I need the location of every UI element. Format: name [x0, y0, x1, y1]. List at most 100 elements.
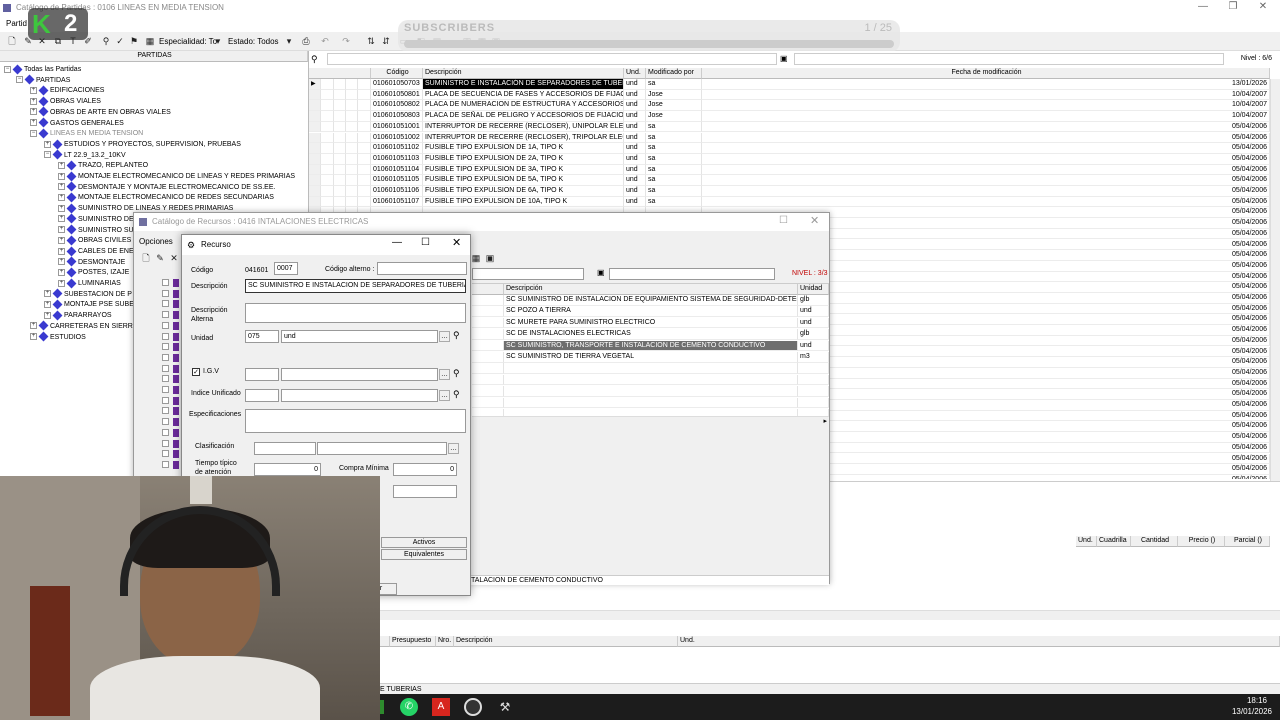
col-detail-und[interactable]: Und.: [1076, 536, 1097, 547]
recursos-row[interactable]: SC POZO A TIERRA und: [472, 306, 829, 318]
igv-checkbox[interactable]: ✓: [192, 368, 200, 376]
table-row[interactable]: 010601051102 FUSIBLE TIPO EXPULSION DE 1A…: [309, 143, 1270, 154]
tree-expand-icon[interactable]: +: [58, 258, 65, 266]
igv-input[interactable]: [281, 368, 438, 381]
tree-item[interactable]: + SUMINISTRO SU: [58, 224, 134, 236]
clasificacion-code-input[interactable]: [254, 442, 316, 455]
app-tool-icon[interactable]: ⚒: [496, 698, 514, 716]
tree-expand-icon[interactable]: −: [44, 151, 51, 159]
recurso-close-icon[interactable]: ✕: [452, 236, 461, 249]
taskbar-date[interactable]: 13/01/2026: [1232, 707, 1272, 716]
indice-more-button[interactable]: …: [439, 390, 450, 401]
recursos-row[interactable]: SC SUMINISTRO DE INSTALACION DE EQUIPAMI…: [472, 295, 829, 306]
tree-expand-icon[interactable]: −: [30, 129, 37, 137]
col-precio[interactable]: Precio (): [1178, 536, 1225, 547]
close-icon[interactable]: ✕: [1248, 0, 1278, 16]
recursos-tree-node-icon[interactable]: [162, 289, 169, 297]
recursos-tree-node-icon[interactable]: [162, 396, 169, 404]
igv-search-icon[interactable]: ⚲: [453, 368, 460, 379]
table-row[interactable]: 010601051105 FUSIBLE TIPO EXPULSION DE 5A…: [309, 175, 1270, 186]
recursos-tree-node-icon[interactable]: [162, 375, 169, 383]
recursos-filter-input-2[interactable]: [609, 268, 775, 280]
recursos-open-icon[interactable]: ✎: [154, 252, 166, 264]
sort-desc-icon[interactable]: ⇵: [380, 35, 392, 47]
codigo-input[interactable]: 0007: [274, 262, 298, 275]
tree-item[interactable]: + ESTUDIOS: [30, 331, 86, 343]
tree-expand-icon[interactable]: +: [58, 183, 65, 191]
recursos-tree-node-icon[interactable]: [162, 439, 169, 447]
filter-clear-icon[interactable]: ▣: [780, 54, 788, 63]
indice-search-icon[interactable]: ⚲: [453, 389, 460, 400]
table-row[interactable]: 010601051001 INTERRUPTOR DE RECERRE (RECL…: [309, 121, 1270, 133]
recursos-folder-icon[interactable]: ▣: [484, 252, 496, 264]
extra-input[interactable]: [393, 485, 457, 498]
tree-item[interactable]: + OBRAS DE ARTE EN OBRAS VIALES: [30, 107, 171, 118]
col-descripcion[interactable]: Descripción: [423, 68, 624, 79]
tree-item[interactable]: + CABLES DE ENE: [58, 246, 134, 257]
recursos-hscroll[interactable]: ▸: [472, 416, 829, 426]
activos-button[interactable]: Activos: [381, 537, 467, 548]
tree-expand-icon[interactable]: +: [30, 119, 37, 127]
menu-partida[interactable]: Partid: [6, 19, 27, 28]
whatsapp-icon[interactable]: ✆: [400, 698, 418, 716]
tree-expand-icon[interactable]: +: [58, 279, 65, 287]
new-icon[interactable]: 🗋: [6, 35, 18, 47]
tree-expand-icon[interactable]: −: [16, 76, 23, 84]
tree-expand-icon[interactable]: +: [44, 290, 51, 298]
detail-hscroll[interactable]: [380, 610, 1280, 620]
tree-item[interactable]: + SUMINISTRO DE: [58, 214, 134, 225]
especialidad-dropdown-icon[interactable]: ▾: [212, 35, 224, 47]
recursos-row[interactable]: [472, 386, 829, 397]
clasificacion-input[interactable]: [317, 442, 447, 455]
tree-expand-icon[interactable]: +: [30, 87, 37, 95]
estado-dropdown-icon[interactable]: ▾: [283, 35, 295, 47]
recursos-tree-node-icon[interactable]: [162, 311, 169, 319]
tree-expand-icon[interactable]: +: [30, 108, 37, 116]
tree-item[interactable]: + MONTAJE PSE SUBE: [44, 299, 134, 310]
tree-item[interactable]: − LT 22.9_13.2_10KV: [44, 149, 126, 161]
col-presupuesto[interactable]: Presupuesto: [390, 636, 436, 647]
unidad-search-icon[interactable]: ⚲: [453, 330, 460, 341]
col-codigo[interactable]: Código: [371, 68, 423, 79]
grid-icon[interactable]: ▦: [144, 35, 156, 47]
unidad-input[interactable]: und: [281, 330, 438, 343]
minimize-icon[interactable]: —: [1188, 0, 1218, 16]
sort-icon[interactable]: ⇅: [365, 35, 377, 47]
tiempo-input[interactable]: 0: [254, 463, 321, 476]
igv-more-button[interactable]: …: [439, 369, 450, 380]
recursos-tree-node-icon[interactable]: [162, 460, 169, 468]
tree-item[interactable]: + ESTUDIOS Y PROYECTOS, SUPERVISION, PRUE…: [44, 139, 241, 150]
restore-icon[interactable]: ❐: [1218, 0, 1248, 16]
recursos-col-descripcion[interactable]: Descripción: [504, 284, 798, 295]
recursos-delete-icon[interactable]: ✕: [168, 252, 180, 264]
tree-item[interactable]: + TRAZO, REPLANTEO: [58, 160, 148, 171]
undo-icon[interactable]: ↶: [319, 35, 331, 47]
unidad-code-input[interactable]: 075: [245, 330, 279, 343]
table-row[interactable]: 010601051103 FUSIBLE TIPO EXPULSION DE 2A…: [309, 153, 1270, 165]
recurso-maximize-icon[interactable]: ☐: [421, 237, 430, 248]
recursos-tree-node-icon[interactable]: [162, 418, 169, 426]
tree-item[interactable]: + PARARRAYOS: [44, 310, 112, 321]
tree-expand-icon[interactable]: +: [30, 97, 37, 105]
tree-item[interactable]: + DESMONTAJE Y MONTAJE ELECTROMECANICO DE…: [58, 181, 275, 193]
tree-expand-icon[interactable]: +: [30, 333, 37, 341]
recursos-scroll-right-icon[interactable]: ▸: [823, 417, 827, 425]
tree-expand-icon[interactable]: +: [58, 236, 65, 244]
tree-expand-icon[interactable]: +: [58, 247, 65, 255]
recursos-tree-node-icon[interactable]: [162, 300, 169, 308]
tree-item[interactable]: + LUMINARIAS: [58, 278, 121, 289]
tree-item[interactable]: − Todas las Partidas: [4, 64, 81, 75]
recursos-row[interactable]: SC MURETE PARA SUMINISTRO ELECTRICO und: [472, 317, 829, 329]
recursos-row[interactable]: [472, 397, 829, 409]
recursos-table-icon[interactable]: ▦: [470, 252, 482, 264]
tree-expand-icon[interactable]: +: [44, 140, 51, 148]
recursos-row[interactable]: SC DE INSTALACIONES ELECTRICAS glb: [472, 329, 829, 340]
table-row[interactable]: ▶ 010601050703 SUMINISTRO E INSTALACIÓN DE…: [309, 79, 1270, 90]
pdf-reader-icon[interactable]: A: [432, 698, 450, 716]
tree-item[interactable]: + OBRAS VIALES: [30, 96, 101, 107]
col-modificado[interactable]: Modificado por: [646, 68, 702, 79]
descripcion-input[interactable]: SC SUMINISTRO E INSTALACION DE SEPARADOR…: [245, 279, 466, 293]
equivalentes-button[interactable]: Equivalentes: [381, 549, 467, 560]
table-row[interactable]: 010601051002 INTERRUPTOR DE RECERRE (RECL…: [309, 132, 1270, 144]
tree-expand-icon[interactable]: +: [58, 194, 65, 202]
